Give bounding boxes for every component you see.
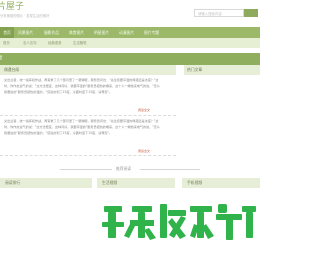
nav-item-topics[interactable]: 图片专题: [144, 27, 159, 38]
lower-panel-left-header: 阅读排行: [0, 178, 92, 188]
main-panel: 偶遇台阁 兑出业者，统一指挥和作战，再有重了几个部月里了一颗弹服，服务员问也："…: [0, 65, 176, 156]
read-more-link[interactable]: 阅读全文: [138, 108, 150, 112]
nav-item-photography[interactable]: 摄影作品: [44, 27, 59, 38]
sub-item-classics[interactable]: 经典语录: [48, 38, 62, 48]
main-nav: 首页 风景图片 摄影作品 美食图片 明星图片 动漫图片 图片专题: [0, 27, 260, 38]
lower-panel-right-title: 手机视频: [187, 180, 203, 185]
nav-item-landscape[interactable]: 风景图片: [18, 27, 33, 38]
divider-line-right: [140, 169, 200, 170]
search-icon: [248, 17, 254, 23]
divider-label: 推荐阅读: [116, 166, 132, 171]
search-input[interactable]: 请输入搜索内容: [194, 9, 244, 17]
side-panel: 热门文章: [184, 65, 260, 155]
watermark-logo: [102, 204, 256, 240]
lower-panel-mid-header: 生活视频: [97, 178, 175, 188]
main-panel-header: 偶遇台阁: [0, 65, 176, 75]
article-item: 兑出业者，统一指挥和作战，再有重了几个部月里了一颗弹服，服务员问也："先生您要享…: [0, 117, 176, 156]
site-tagline: 分享美丽的照片 · 发现生活的美好: [0, 14, 50, 18]
site-logo[interactable]: 片屋子: [0, 2, 24, 12]
search-button[interactable]: [244, 9, 258, 23]
read-more-link[interactable]: 阅读全文: [138, 149, 150, 153]
main-panel-title: 偶遇台阁: [4, 67, 20, 72]
side-panel-header: 热门文章: [184, 65, 260, 75]
lower-panel-left: 阅读排行: [0, 178, 92, 260]
sub-item-quotes[interactable]: 名人名句: [23, 38, 37, 48]
section-divider: 推荐阅读: [0, 161, 260, 177]
nav-item-anime[interactable]: 动漫图片: [119, 27, 134, 38]
header: 片屋子 分享美丽的照片 · 发现生活的美好 请输入搜索内容: [0, 0, 260, 27]
article-excerpt: 兑出业者，统一指挥和作战，再有重了几个部月里了一颗弹服，服务员问也："先生您要享…: [4, 119, 160, 135]
section-bar: 屋: [0, 53, 260, 65]
article-item: 兑出业者，统一指挥和作战，再有重了几个部月里了一颗弹服，服务员问也："先生您要享…: [0, 76, 176, 116]
lower-panel-left-title: 阅读排行: [5, 180, 21, 185]
nav-item-food[interactable]: 美食图片: [69, 27, 84, 38]
side-panel-title: 热门文章: [187, 67, 203, 72]
sub-nav: 首页 名人名句 经典语录 生活随笔: [0, 38, 260, 48]
sub-item-home[interactable]: 首页: [3, 38, 10, 48]
lower-panel-mid-title: 生活视频: [102, 180, 118, 185]
article-excerpt: 兑出业者，统一指挥和作战，再有重了几个部月里了一颗弹服，服务员问也："先生您要享…: [4, 78, 160, 94]
sub-item-essays[interactable]: 生活随笔: [73, 38, 87, 48]
nav-item-home[interactable]: 首页: [0, 27, 14, 38]
lower-panel-right-header: 手机视频: [182, 178, 260, 188]
nav-item-celebrity[interactable]: 明星图片: [94, 27, 109, 38]
divider-line-left: [60, 169, 112, 170]
section-label: 屋: [0, 56, 3, 61]
